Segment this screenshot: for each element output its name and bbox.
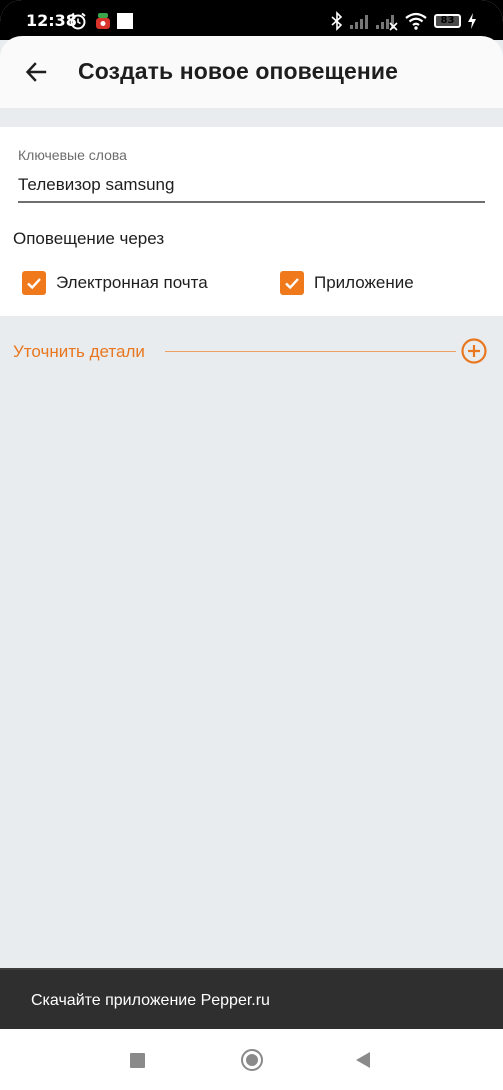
- keywords-label: Ключевые слова: [18, 147, 127, 163]
- back-button[interactable]: [16, 52, 56, 92]
- status-bar: 12:38 83: [0, 0, 503, 40]
- battery-icon: 83: [434, 14, 461, 28]
- signal-no-service-icon: [376, 15, 398, 31]
- wifi-icon: [405, 12, 427, 30]
- download-app-banner[interactable]: Скачайте приложение Pepper.ru: [0, 968, 503, 1029]
- back-nav-button[interactable]: [356, 1052, 370, 1068]
- page-title: Создать новое оповещение: [78, 58, 399, 84]
- system-nav-bar: [0, 1029, 503, 1090]
- refine-details-label[interactable]: Уточнить детали: [13, 342, 145, 362]
- app-checkbox[interactable]: [280, 271, 304, 295]
- app-notification-icon: [96, 13, 110, 29]
- alarm-icon: [70, 12, 86, 30]
- checkmark-icon: [27, 278, 41, 290]
- divider-line: [165, 351, 456, 352]
- checkmark-icon: [285, 278, 299, 290]
- download-app-text[interactable]: Скачайте приложение Pepper.ru: [31, 992, 270, 1010]
- app-option[interactable]: Приложение: [280, 270, 414, 296]
- battery-level: 83: [440, 15, 455, 26]
- app-option-label: Приложение: [314, 273, 414, 292]
- email-option[interactable]: Электронная почта: [22, 270, 208, 296]
- email-option-label: Электронная почта: [56, 273, 208, 292]
- charging-icon: [468, 13, 476, 29]
- bluetooth-icon: [331, 11, 343, 31]
- email-checkbox[interactable]: [22, 271, 46, 295]
- home-button[interactable]: [241, 1049, 263, 1071]
- refine-details-row[interactable]: Уточнить детали: [0, 332, 503, 372]
- signal-icon: [350, 15, 368, 29]
- notification-square-icon: [117, 13, 133, 29]
- alert-form: Ключевые слова Оповещение через Электрон…: [0, 127, 503, 316]
- arrow-left-icon: [25, 62, 47, 82]
- plus-circle-icon: [461, 338, 487, 364]
- add-details-button[interactable]: [460, 337, 488, 365]
- app-screen: 12:38 83 Создать новое оповещение Ключев…: [0, 0, 503, 1090]
- notify-via-label: Оповещение через: [13, 229, 165, 248]
- recents-button[interactable]: [130, 1053, 145, 1068]
- keywords-input[interactable]: [18, 173, 485, 203]
- app-header: Создать новое оповещение: [0, 36, 503, 108]
